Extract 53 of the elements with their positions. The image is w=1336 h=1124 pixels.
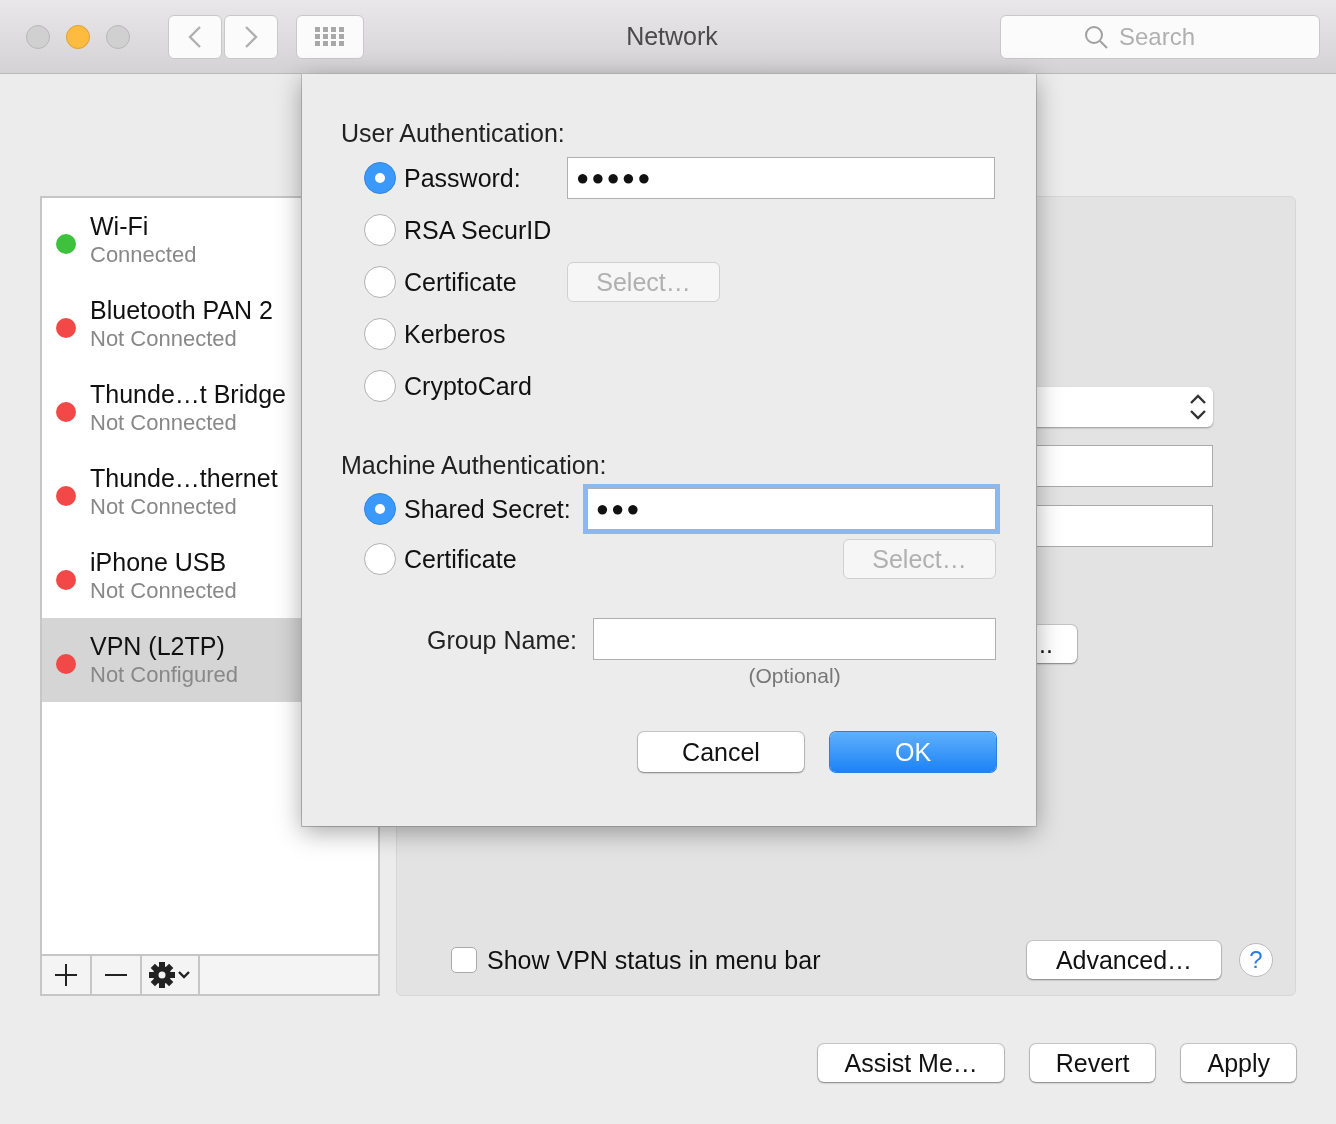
radio-label: Kerberos [404,319,506,349]
radio-label: Password: [404,163,521,193]
service-status: Not Configured [90,661,238,689]
service-name: iPhone USB [90,547,228,577]
radio-button[interactable] [364,370,396,402]
back-button[interactable] [168,14,222,59]
password-field[interactable]: ●●●●● [567,157,995,199]
service-status: Not Connected [90,325,238,353]
minimize-button[interactable] [66,24,90,49]
advanced-button[interactable]: Advanced… [1027,941,1221,979]
checkbox[interactable] [451,947,477,973]
radio-label: Certificate [404,267,517,297]
radio-button[interactable] [364,162,396,194]
plus-icon [54,963,78,987]
footer-button[interactable]: Revert [1029,1044,1156,1082]
shared-secret-field[interactable]: ●●● [586,488,996,530]
radio-button[interactable] [364,318,396,350]
stepper-icon [1189,393,1207,421]
service-name: VPN (L2TP) [90,631,226,661]
radio-label: Shared Secret: [404,494,571,524]
section-heading: User Authentication: [341,118,566,148]
radio-button[interactable] [364,493,396,525]
gear-icon [149,962,175,988]
window-title: Network [625,22,719,51]
service-name: Thunde…thernet [90,463,278,493]
service-name: Wi-Fi [90,211,150,241]
footer-button[interactable]: Assist Me… [818,1044,1004,1082]
radio-label: RSA SecurID [404,215,552,245]
checkbox-label: Show VPN status in menu bar [487,945,821,975]
minus-icon [104,974,128,976]
caret-icon [177,970,191,980]
radio-button[interactable] [364,214,396,246]
service-status: Connected [90,241,197,269]
help-button[interactable]: ? [1239,943,1273,977]
service-status: Not Connected [90,409,238,437]
radio-label: Certificate [404,544,517,574]
group-name-label: Group Name: [427,625,578,656]
cancel-button[interactable]: Cancel [638,732,804,772]
service-name: Thunde…t Bridge [90,379,286,409]
footer-button[interactable]: Apply [1181,1044,1296,1082]
optional-hint: (Optional) [748,664,841,688]
grid-icon [315,26,344,46]
service-status: Not Connected [90,577,237,605]
search-field[interactable]: Search [1000,14,1320,59]
show-all-button[interactable] [296,14,364,59]
service-status: Not Connected [90,493,238,521]
close-button[interactable] [26,24,50,49]
section-heading: Machine Authentication: [341,450,608,480]
forward-button[interactable] [224,14,278,59]
radio-label: CryptoCard [404,371,532,401]
zoom-button[interactable] [106,24,130,49]
group-name-field[interactable] [593,618,996,660]
service-name: Bluetooth PAN 2 [90,295,273,325]
